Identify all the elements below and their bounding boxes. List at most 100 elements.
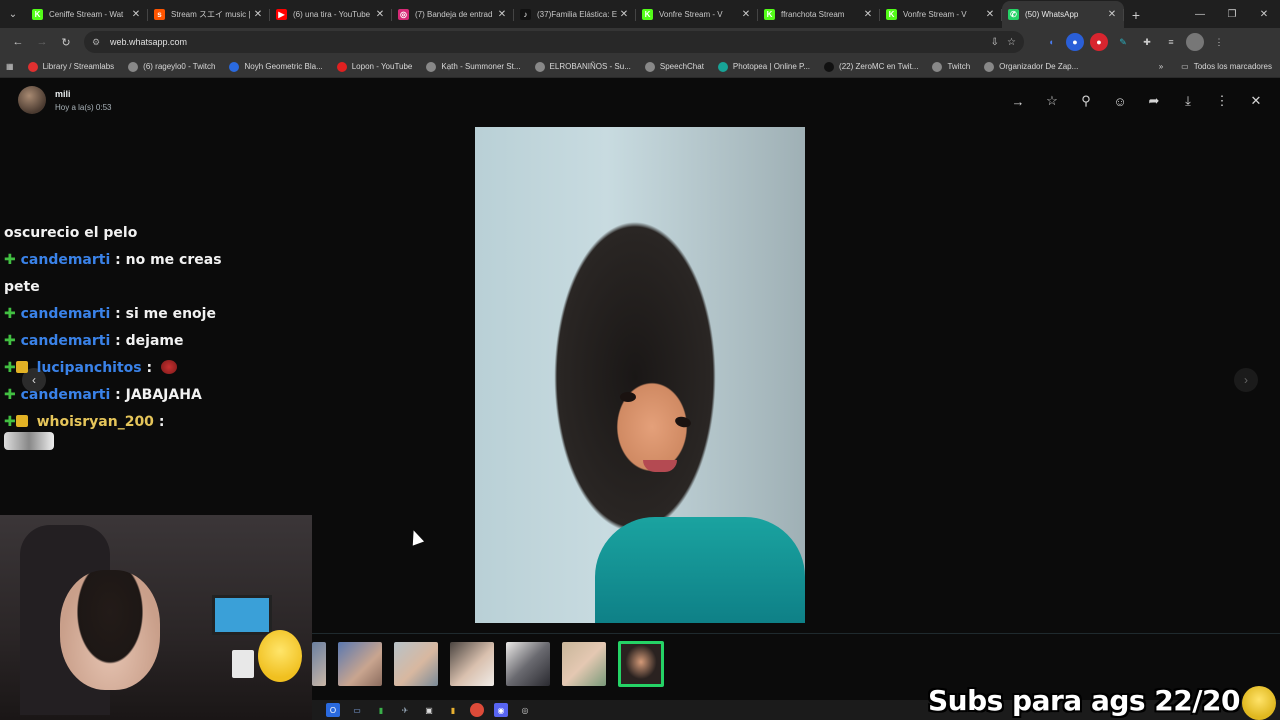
forward-icon[interactable]: ➦ — [1144, 92, 1164, 110]
browser-tab[interactable]: K Ceniffe Stream - Wat ✕ — [26, 1, 148, 28]
reading-list-icon[interactable]: ≡ — [1162, 33, 1180, 51]
extensions-area: ◖ ● ● ✎ ✚ ≡ ⋮ — [1042, 33, 1228, 51]
tab-favicon-icon: ◎ — [398, 9, 409, 20]
minimize-icon[interactable]: — — [1184, 0, 1216, 28]
bookmark-item[interactable]: ELROBANIÑOS - Su... — [534, 61, 631, 72]
more-options-icon[interactable]: ⋮ — [1212, 92, 1232, 110]
close-icon[interactable]: ✕ — [1246, 92, 1266, 110]
address-bar[interactable]: ⚙ web.whatsapp.com ⇩ ☆ — [84, 31, 1024, 53]
bookmark-favicon-icon — [932, 61, 943, 72]
chat-username: whoisryan_200 — [36, 414, 154, 430]
browser-tab[interactable]: ✆ (50) WhatsApp ✕ — [1002, 1, 1124, 28]
chat-message: : — [146, 360, 153, 376]
bookmark-item[interactable]: Kạth - Summoner St... — [426, 61, 521, 72]
close-window-icon[interactable]: ✕ — [1248, 0, 1280, 28]
bookmark-star-icon[interactable]: ☆ — [1007, 37, 1016, 48]
tab-close-icon[interactable]: ✕ — [374, 9, 386, 20]
bookmark-item[interactable]: Organizador De Zap... — [984, 61, 1078, 72]
chat-line: ✚ candemarti : dejame — [4, 328, 244, 355]
bookmark-item[interactable]: Lopon - YouTube — [336, 61, 412, 72]
taskbar-app-icon[interactable]: ▮ — [446, 703, 460, 717]
bookmark-item[interactable]: SpeechChat — [644, 61, 704, 72]
sender-info[interactable]: mili Hoy a la(s) 0:53 — [18, 86, 111, 114]
bookmark-item[interactable]: Noyh Geometric Bla... — [229, 61, 323, 72]
discord-icon[interactable]: ◉ — [494, 703, 508, 717]
tab-search-icon[interactable]: ⌄ — [0, 0, 26, 28]
media-thumbnail[interactable] — [450, 642, 494, 686]
tab-close-icon[interactable]: ✕ — [862, 9, 874, 20]
taskbar-app-icon[interactable]: O — [326, 703, 340, 717]
browser-menu-icon[interactable]: ⋮ — [1210, 33, 1228, 51]
thumbnail-divider — [312, 633, 1280, 634]
more-bookmarks-icon[interactable]: » — [1159, 62, 1163, 71]
browser-tab[interactable]: Kffranchota Stream ✕ — [758, 1, 880, 28]
tab-close-icon[interactable]: ✕ — [984, 9, 996, 20]
forward-icon[interactable]: → — [30, 30, 54, 54]
taskbar-app-icon[interactable]: ✈ — [398, 703, 412, 717]
tab-title: Vonfre Stream - V — [659, 10, 723, 19]
extension-icon[interactable]: ✎ — [1114, 33, 1132, 51]
bookmark-label: ELROBANIÑOS - Su... — [549, 62, 631, 71]
avatar[interactable] — [18, 86, 46, 114]
minion-sticker — [1242, 686, 1276, 720]
browser-tab[interactable]: ♪ (37)Familia Elástica: E ✕ — [514, 1, 636, 28]
bookmark-favicon-icon — [426, 61, 437, 72]
tab-close-icon[interactable]: ✕ — [496, 9, 508, 20]
extension-icon[interactable]: ◖ — [1042, 33, 1060, 51]
media-thumbnail-selected[interactable] — [618, 641, 664, 687]
download-icon[interactable]: ⤓ — [1178, 92, 1198, 110]
tab-favicon-icon: K — [32, 9, 43, 20]
media-thumbnail[interactable] — [338, 642, 382, 686]
react-emoji-icon[interactable]: ☺ — [1110, 92, 1130, 110]
browser-tab[interactable]: s Stream スエイ music | ✕ — [148, 1, 270, 28]
bookmark-item[interactable]: Twitch — [932, 61, 970, 72]
reload-icon[interactable]: ↻ — [54, 30, 78, 54]
extension-icon[interactable]: ● — [1090, 33, 1108, 51]
taskbar-app-icon[interactable]: ◎ — [518, 703, 532, 717]
bookmark-item[interactable]: Library / Streamlabs — [27, 61, 114, 72]
bookmark-item[interactable]: (22) ZeroMC en Twit... — [824, 61, 918, 72]
next-media-button[interactable]: › — [1234, 368, 1258, 392]
extensions-puzzle-icon[interactable]: ✚ — [1138, 33, 1156, 51]
media-thumbnail[interactable] — [394, 642, 438, 686]
tab-close-icon[interactable]: ✕ — [1106, 9, 1118, 20]
taskbar-app-icon[interactable]: ▣ — [422, 703, 436, 717]
install-app-icon[interactable]: ⇩ — [991, 37, 999, 48]
chat-message: : JABAJAHA — [115, 387, 202, 403]
pin-icon[interactable]: ⚲ — [1076, 92, 1096, 110]
bookmark-favicon-icon — [534, 61, 545, 72]
tab-title: (7) Bandeja de entrad — [415, 10, 493, 19]
taskbar-app-icon[interactable]: ▮ — [374, 703, 388, 717]
profile-avatar[interactable] — [1186, 33, 1204, 51]
chat-line: oscurecio el pelo — [4, 225, 138, 241]
media-thumbnail[interactable] — [312, 642, 326, 686]
browser-tab[interactable]: ◎ (7) Bandeja de entrad ✕ — [392, 1, 514, 28]
back-icon[interactable]: ← — [6, 30, 30, 54]
media-thumbnail[interactable] — [562, 642, 606, 686]
extension-icon[interactable]: ● — [1066, 33, 1084, 51]
tab-close-icon[interactable]: ✕ — [130, 9, 142, 20]
all-bookmarks[interactable]: » ▭ Todos los marcadores — [1159, 62, 1272, 71]
restore-icon[interactable]: ❐ — [1216, 0, 1248, 28]
chat-message: : si me enoje — [115, 306, 216, 322]
browser-tab[interactable]: ▶ (6) una tira - YouTube ✕ — [270, 1, 392, 28]
tab-close-icon[interactable]: ✕ — [618, 9, 630, 20]
taskbar-app-icon[interactable]: ▭ — [350, 703, 364, 717]
media-thumbnail[interactable] — [506, 642, 550, 686]
tab-close-icon[interactable]: ✕ — [740, 9, 752, 20]
crown-badge-icon — [15, 415, 28, 427]
bookmark-favicon-icon — [336, 61, 347, 72]
chrome-icon[interactable] — [470, 703, 484, 717]
bookmark-item[interactable]: (6) rageylo0 - Twitch — [128, 61, 215, 72]
go-to-message-icon[interactable]: → — [1008, 92, 1028, 110]
tab-close-icon[interactable]: ✕ — [252, 9, 264, 20]
bookmark-item[interactable]: Photopea | Online P... — [717, 61, 810, 72]
browser-tab[interactable]: K Vonfre Stream - V ✕ — [880, 1, 1002, 28]
new-tab-button[interactable]: + — [1124, 1, 1148, 28]
site-info-icon[interactable]: ⚙ — [92, 37, 104, 48]
tab-favicon-icon: ♪ — [520, 9, 531, 20]
chat-line: ✚ lucipanchitos : — [4, 355, 244, 382]
browser-tab[interactable]: K Vonfre Stream - V ✕ — [636, 1, 758, 28]
star-icon[interactable]: ☆ — [1042, 92, 1062, 110]
apps-grid-icon[interactable]: ▦ — [6, 62, 14, 71]
